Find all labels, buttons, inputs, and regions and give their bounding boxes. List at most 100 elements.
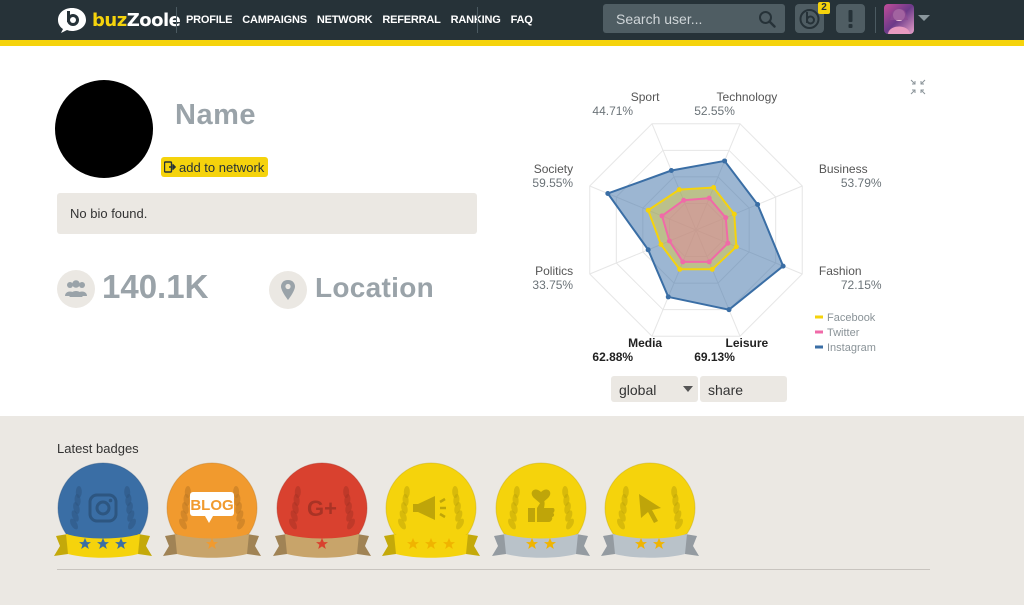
radar-point-facebook bbox=[677, 266, 683, 272]
radar-point-facebook bbox=[645, 207, 651, 213]
radar-point-twitter bbox=[723, 215, 729, 221]
brand-logo[interactable]: buzZoole bbox=[56, 5, 181, 35]
radar-axis-value: 52.55% bbox=[694, 104, 735, 118]
header-divider bbox=[477, 7, 478, 33]
search-input[interactable] bbox=[603, 4, 753, 33]
header-divider bbox=[176, 7, 177, 33]
like-icon bbox=[492, 462, 590, 558]
radar-axis-value: 44.71% bbox=[592, 104, 633, 118]
radar-axis-label: Leisure bbox=[726, 336, 769, 350]
instagram-icon bbox=[54, 462, 152, 558]
radar-point-twitter bbox=[706, 195, 712, 201]
radar-point-twitter bbox=[659, 213, 665, 219]
location-stat bbox=[269, 271, 307, 309]
brand-name: buzZoole bbox=[92, 9, 181, 31]
followers-stat bbox=[57, 270, 95, 308]
badge-megaphone[interactable] bbox=[380, 462, 482, 564]
nav-campaigns[interactable]: CAMPAIGNS bbox=[242, 14, 307, 26]
legend-label-twitter: Twitter bbox=[827, 327, 860, 339]
location-text: Location bbox=[315, 272, 435, 303]
nav-referral[interactable]: REFERRAL bbox=[382, 14, 440, 26]
radar-point-twitter bbox=[666, 238, 672, 244]
radar-point-instagram bbox=[726, 307, 732, 313]
radar-point-twitter bbox=[680, 259, 686, 265]
nav-faq[interactable]: FAQ bbox=[511, 14, 533, 26]
header-accent-stripe bbox=[0, 40, 1024, 46]
nav-profile[interactable]: PROFILE bbox=[186, 14, 232, 26]
profile-name: Name bbox=[175, 99, 256, 131]
chevron-down-icon bbox=[683, 386, 693, 392]
radar-axis-value: 33.75% bbox=[532, 278, 573, 292]
radar-point-instagram bbox=[755, 201, 761, 207]
blog-icon: BLOG bbox=[163, 462, 261, 558]
radar-axis-value: 72.15% bbox=[841, 278, 882, 292]
alerts-button[interactable] bbox=[836, 4, 865, 33]
megaphone-icon bbox=[382, 462, 480, 558]
radar-point-instagram bbox=[605, 190, 611, 196]
radar-axis-label: Technology bbox=[717, 90, 778, 104]
search-icon[interactable] bbox=[758, 10, 776, 28]
badges-title: Latest badges bbox=[57, 441, 139, 456]
badge-blog[interactable]: BLOG bbox=[161, 462, 263, 564]
radar-point-facebook bbox=[711, 185, 717, 191]
radar-axis-label: Sport bbox=[631, 90, 660, 104]
badge-instagram[interactable] bbox=[52, 462, 154, 564]
user-photo-icon bbox=[888, 8, 910, 34]
radar-point-instagram bbox=[665, 294, 671, 300]
radar-axis-value: 53.79% bbox=[841, 176, 882, 190]
add-to-network-button[interactable]: add to network bbox=[161, 157, 269, 177]
radar-point-twitter bbox=[681, 197, 687, 203]
radar-axis-label: Politics bbox=[535, 264, 573, 278]
exclamation-icon bbox=[848, 10, 853, 28]
user-menu-chevron-down-icon[interactable] bbox=[918, 15, 930, 21]
radar-point-instagram bbox=[645, 247, 651, 253]
profile-avatar bbox=[55, 80, 153, 178]
radar-point-facebook bbox=[709, 266, 715, 272]
radar-axis-value: 62.88% bbox=[592, 350, 633, 364]
radar-axis-value: 59.55% bbox=[532, 176, 573, 190]
radar-point-instagram bbox=[722, 158, 728, 164]
nav-ranking[interactable]: RANKING bbox=[451, 14, 501, 26]
radar-point-facebook bbox=[733, 244, 739, 250]
radar-point-twitter bbox=[725, 240, 731, 246]
profile-bio: No bio found. bbox=[57, 193, 477, 234]
cursor-icon bbox=[601, 462, 699, 558]
radar-axis-label: Business bbox=[819, 162, 868, 176]
badge-like[interactable] bbox=[490, 462, 592, 564]
radar-point-twitter bbox=[706, 259, 712, 265]
badge-google-plus[interactable]: G+ bbox=[271, 462, 373, 564]
legend-label-facebook: Facebook bbox=[827, 312, 876, 324]
badge-text: BLOG bbox=[190, 497, 233, 514]
nav-network[interactable]: NETWORK bbox=[317, 14, 373, 26]
add-to-network-label: add to network bbox=[179, 159, 265, 175]
buzzoole-logo-icon bbox=[58, 8, 86, 33]
radar-axis-label: Society bbox=[534, 162, 573, 176]
metric-select[interactable]: share bbox=[700, 376, 787, 402]
search-box bbox=[603, 4, 785, 33]
badge-cursor[interactable] bbox=[599, 462, 701, 564]
radar-legend: Facebook Twitter Instagram bbox=[815, 312, 876, 354]
map-pin-icon bbox=[281, 280, 295, 300]
radar-axis-value: 69.13% bbox=[694, 350, 735, 364]
badge-text: G+ bbox=[307, 496, 337, 521]
legend-label-instagram: Instagram bbox=[827, 342, 876, 354]
add-to-network-icon bbox=[164, 161, 176, 173]
expand-icon[interactable] bbox=[910, 79, 926, 95]
radar-point-instagram bbox=[780, 263, 786, 269]
user-avatar[interactable] bbox=[884, 4, 914, 34]
notification-count-badge: 2 bbox=[818, 2, 830, 14]
metric-select-value: share bbox=[708, 382, 744, 398]
scope-select-value: global bbox=[619, 382, 657, 398]
google-plus-icon: G+ bbox=[273, 462, 371, 558]
radar-point-facebook bbox=[658, 242, 664, 248]
radar-axis-label: Media bbox=[628, 336, 662, 350]
followers-count: 140.1K bbox=[102, 268, 209, 305]
header-divider bbox=[875, 7, 876, 33]
scope-select[interactable]: global bbox=[611, 376, 698, 402]
radar-point-instagram bbox=[668, 168, 674, 174]
radar-point-facebook bbox=[731, 211, 737, 217]
radar-axis-label: Fashion bbox=[819, 264, 862, 278]
section-divider bbox=[57, 569, 930, 570]
group-icon bbox=[65, 280, 87, 297]
main-nav: PROFILE CAMPAIGNS NETWORK REFERRAL RANKI… bbox=[186, 0, 543, 40]
